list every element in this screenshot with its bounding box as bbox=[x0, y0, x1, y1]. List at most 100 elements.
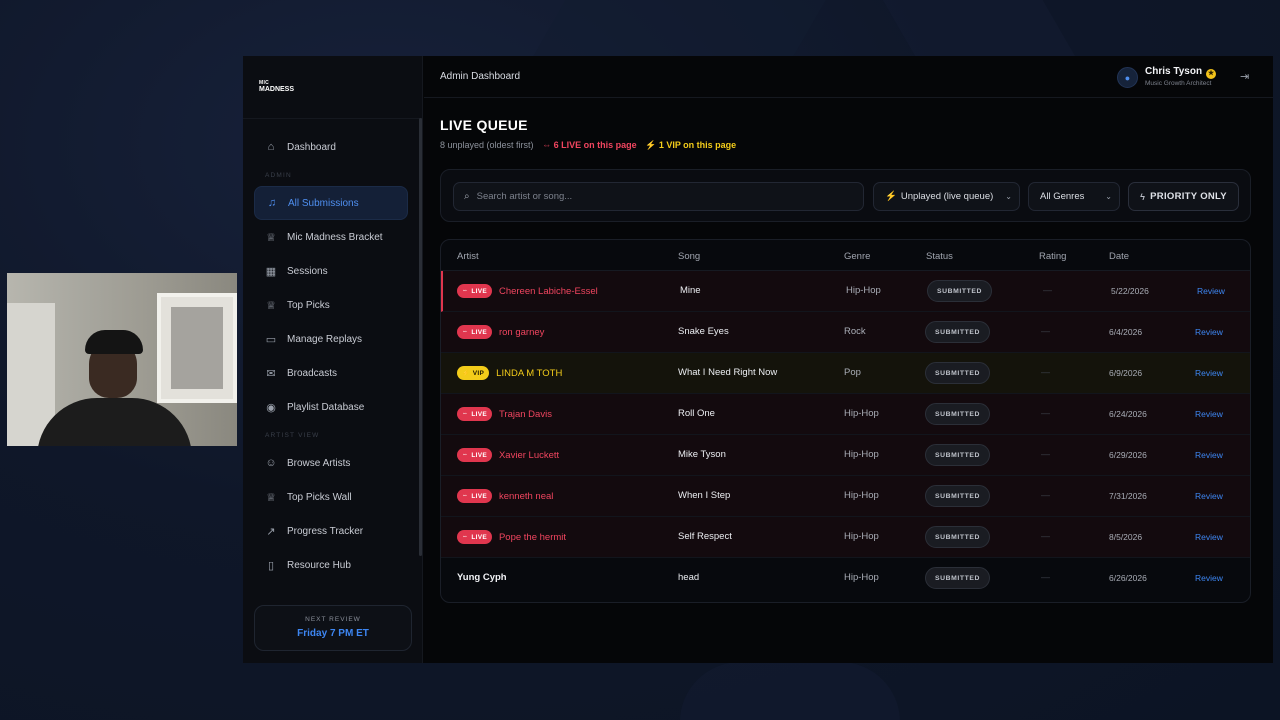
genre-filter-value: All Genres bbox=[1040, 191, 1085, 202]
sidebar-item-broadcasts[interactable]: ✉ Broadcasts bbox=[254, 356, 408, 390]
search-box[interactable]: ⌕ bbox=[453, 182, 864, 211]
artist-name: kenneth neal bbox=[498, 491, 554, 502]
artist-cell: ⚡ VIP LINDA M TOTH bbox=[457, 366, 562, 380]
user-role: Music Growth Architect bbox=[1145, 80, 1212, 87]
table-row[interactable]: ⇔ LIVE Pope the hermit Self Respect Hip-H… bbox=[441, 517, 1250, 558]
mail-icon: ✉ bbox=[266, 367, 276, 380]
user-name-block[interactable]: Chris Tyson ★ bbox=[1145, 66, 1217, 79]
column-header-genre[interactable]: Genre bbox=[844, 251, 870, 262]
sidebar-item-browse-artists[interactable]: ☺ Browse Artists bbox=[254, 446, 408, 480]
genre: Rock bbox=[844, 326, 866, 337]
column-header-rating[interactable]: Rating bbox=[1039, 251, 1066, 262]
artist-name: ron garney bbox=[498, 327, 545, 338]
sidebar-scrollbar[interactable] bbox=[419, 118, 422, 556]
status-badge: SUBMITTED bbox=[925, 321, 991, 343]
queue-summary: 8 unplayed (oldest first) ⇔ 6 LIVE on th… bbox=[440, 140, 736, 151]
review-link[interactable]: Review bbox=[1195, 327, 1223, 337]
app-logo[interactable]: MIC MADNESS bbox=[259, 80, 294, 96]
verified-badge-icon: ★ bbox=[1206, 69, 1217, 79]
table-row[interactable]: Yung Cyph head Hip-Hop SUBMITTED — 6/26/… bbox=[441, 558, 1250, 599]
table-row[interactable]: ⇔ LIVE Trajan Davis Roll One Hip-Hop SUBM… bbox=[441, 394, 1250, 435]
live-badge: ⇔ LIVE bbox=[457, 530, 492, 544]
date: 6/4/2026 bbox=[1109, 327, 1143, 337]
review-link[interactable]: Review bbox=[1195, 368, 1223, 378]
sidebar-divider bbox=[243, 118, 423, 119]
table-row[interactable]: ⇔ LIVE Chereen Labiche-Essel Mine Hip-Hop… bbox=[441, 271, 1250, 312]
genre: Hip-Hop bbox=[844, 531, 879, 542]
sidebar-item-label: Top Picks Wall bbox=[287, 491, 352, 503]
vip-count: ⚡ 1 VIP on this page bbox=[645, 140, 737, 150]
artist-cell: ⇔ LIVE kenneth neal bbox=[457, 489, 554, 503]
table-row[interactable]: ⇔ LIVE ron garney Snake Eyes Rock SUBMITT… bbox=[441, 312, 1250, 353]
sidebar-item-label: Progress Tracker bbox=[287, 525, 364, 537]
submissions-table: Artist Song Genre Status Rating Date ⇔ LI… bbox=[440, 239, 1251, 603]
rating: — bbox=[1041, 531, 1050, 541]
status-badge: SUBMITTED bbox=[927, 280, 993, 302]
artist-cell: Yung Cyph bbox=[457, 572, 507, 583]
date: 7/31/2026 bbox=[1109, 491, 1147, 501]
review-link[interactable]: Review bbox=[1195, 409, 1223, 419]
priority-only-button[interactable]: ϟ PRIORITY ONLY bbox=[1128, 182, 1239, 211]
column-header-song[interactable]: Song bbox=[678, 251, 700, 262]
column-header-status[interactable]: Status bbox=[926, 251, 953, 262]
review-link[interactable]: Review bbox=[1197, 286, 1225, 296]
nav-section-admin: ADMIN bbox=[265, 171, 292, 179]
main-content: Admin Dashboard ● Chris Tyson ★ Music Gro… bbox=[424, 56, 1273, 663]
sidebar-item-bracket[interactable]: ♕ Mic Madness Bracket bbox=[254, 220, 408, 254]
background-shape bbox=[531, 0, 849, 60]
rating: — bbox=[1041, 572, 1050, 582]
table-row[interactable]: ⇔ LIVE Xavier Luckett Mike Tyson Hip-Hop … bbox=[441, 435, 1250, 476]
priority-only-label: PRIORITY ONLY bbox=[1150, 191, 1227, 202]
vip-badge: ⚡ VIP bbox=[457, 366, 490, 380]
sidebar-item-top-picks[interactable]: ♕ Top Picks bbox=[254, 288, 408, 322]
artist-name: Xavier Luckett bbox=[498, 450, 560, 461]
sidebar-item-dashboard[interactable]: ⌂ Dashboard bbox=[254, 130, 408, 164]
sidebar-nav: ⌂ Dashboard ADMIN ♫ All Submissions ♕ Mi… bbox=[254, 130, 408, 582]
artist-cell: ⇔ LIVE Chereen Labiche-Essel bbox=[457, 284, 598, 298]
sidebar-item-label: Resource Hub bbox=[287, 559, 351, 571]
trending-up-icon: ↗ bbox=[266, 525, 276, 538]
music-note-icon: ♫ bbox=[267, 197, 277, 209]
sidebar-item-manage-replays[interactable]: ▭ Manage Replays bbox=[254, 322, 408, 356]
bolt-outline-icon: ϟ bbox=[1140, 191, 1146, 202]
sidebar-item-playlist-database[interactable]: ◉ Playlist Database bbox=[254, 390, 408, 424]
genre-filter-select[interactable]: All Genres ⌄ bbox=[1028, 182, 1120, 211]
column-header-artist[interactable]: Artist bbox=[457, 251, 479, 262]
artist-name: Chereen Labiche-Essel bbox=[498, 286, 598, 297]
status-filter-value: Unplayed (live queue) bbox=[900, 191, 994, 202]
column-header-date[interactable]: Date bbox=[1109, 251, 1129, 262]
review-link[interactable]: Review bbox=[1195, 532, 1223, 542]
sidebar-item-sessions[interactable]: ▦ Sessions bbox=[254, 254, 408, 288]
sidebar-item-top-picks-wall[interactable]: ♕ Top Picks Wall bbox=[254, 480, 408, 514]
rating: — bbox=[1041, 408, 1050, 418]
logout-icon[interactable]: ⇥ bbox=[1240, 70, 1249, 83]
review-link[interactable]: Review bbox=[1195, 573, 1223, 583]
artist-name: Pope the hermit bbox=[498, 532, 567, 543]
sidebar-item-label: Dashboard bbox=[287, 141, 336, 153]
table-row[interactable]: ⇔ LIVE kenneth neal When I Step Hip-Hop S… bbox=[441, 476, 1250, 517]
genre: Hip-Hop bbox=[844, 408, 879, 419]
sidebar-item-all-submissions[interactable]: ♫ All Submissions bbox=[254, 186, 408, 220]
user-icon: ● bbox=[1124, 72, 1131, 83]
artist-cell: ⇔ LIVE Xavier Luckett bbox=[457, 448, 560, 462]
review-link[interactable]: Review bbox=[1195, 450, 1223, 460]
trophy-icon: ♕ bbox=[266, 231, 276, 244]
sidebar-item-progress-tracker[interactable]: ↗ Progress Tracker bbox=[254, 514, 408, 548]
song-title: Mine bbox=[680, 285, 701, 296]
calendar-icon: ▦ bbox=[265, 265, 277, 278]
table-row[interactable]: ⚡ VIP LINDA M TOTH What I Need Right Now … bbox=[441, 353, 1250, 394]
date: 6/24/2026 bbox=[1109, 409, 1147, 419]
rating: — bbox=[1041, 367, 1050, 377]
date: 6/29/2026 bbox=[1109, 450, 1147, 460]
sidebar-item-resource-hub[interactable]: ▯ Resource Hub bbox=[254, 548, 408, 582]
artist-name: Trajan Davis bbox=[498, 409, 552, 420]
review-link[interactable]: Review bbox=[1195, 491, 1223, 501]
chevron-down-icon: ⌄ bbox=[1105, 192, 1112, 201]
search-input[interactable] bbox=[476, 191, 837, 202]
artist-cell: ⇔ LIVE ron garney bbox=[457, 325, 545, 339]
status-filter-select[interactable]: ⚡ Unplayed (live queue) ⌄ bbox=[873, 182, 1020, 211]
status-badge: SUBMITTED bbox=[925, 485, 991, 507]
avatar[interactable]: ● bbox=[1117, 67, 1138, 88]
status-badge: SUBMITTED bbox=[925, 567, 991, 589]
sidebar-item-label: Mic Madness Bracket bbox=[287, 231, 383, 243]
